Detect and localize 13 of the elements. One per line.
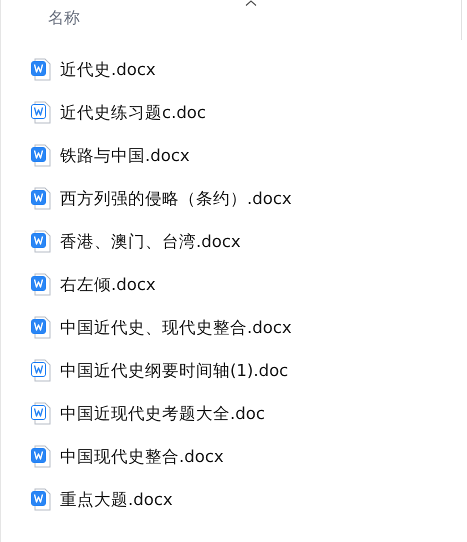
column-header[interactable]: 名称 [48,8,80,29]
file-name[interactable]: 西方列强的侵略（条约）.docx [60,188,292,210]
file-name[interactable]: 右左倾.docx [60,274,156,296]
file-name[interactable]: 近代史.docx [60,58,156,80]
file-name[interactable]: 铁路与中国.docx [60,144,190,166]
file-name[interactable]: 中国现代史整合.docx [60,446,224,468]
file-name[interactable]: 重点大题.docx [60,488,173,510]
sort-up-icon[interactable] [245,0,257,6]
file-name[interactable]: 香港、澳门、台湾.docx [60,230,241,252]
file-name[interactable]: 近代史练习题c.doc [60,102,206,124]
file-name[interactable]: 中国近现代史考题大全.doc [60,402,265,424]
file-name[interactable]: 中国近代史、现代史整合.docx [60,316,292,338]
file-name[interactable]: 中国近代史纲要时间轴(1).doc [60,360,288,382]
